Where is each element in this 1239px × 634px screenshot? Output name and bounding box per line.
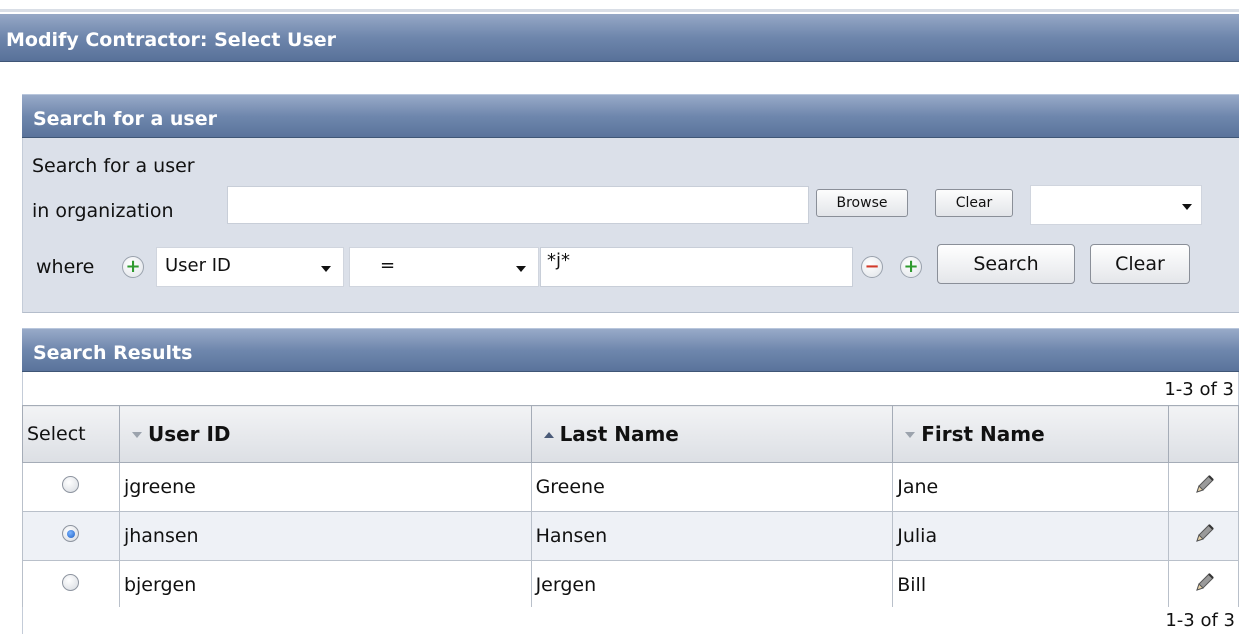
table-row: jhansen Hansen Julia bbox=[22, 511, 1239, 561]
criteria-input[interactable]: *j* bbox=[540, 247, 853, 287]
chevron-down-icon bbox=[516, 266, 526, 272]
plus-circle-icon[interactable]: + bbox=[122, 256, 144, 278]
pencil-icon[interactable] bbox=[1192, 571, 1216, 595]
first-name-column-header[interactable]: First Name bbox=[892, 405, 1169, 463]
user-id-header-label: User ID bbox=[147, 422, 231, 446]
pencil-icon[interactable] bbox=[1192, 473, 1216, 497]
table-header-row: Select User ID Last Name First Name bbox=[22, 405, 1239, 463]
results-panel-title: Search Results bbox=[33, 342, 193, 364]
results-pager-bar: 1-3 of 3 bbox=[22, 372, 1239, 406]
results-panel-header: Search Results bbox=[22, 328, 1239, 372]
search-button[interactable]: Search bbox=[937, 244, 1075, 284]
results-footer-bar: 1-3 of 3 bbox=[22, 607, 1239, 634]
pencil-icon[interactable] bbox=[1192, 522, 1216, 546]
top-border bbox=[0, 0, 1239, 12]
organization-input[interactable] bbox=[227, 186, 809, 224]
first-name-cell: Julia bbox=[892, 511, 1169, 561]
first-name-cell: Jane bbox=[892, 462, 1169, 512]
minus-circle-icon[interactable]: − bbox=[861, 256, 883, 278]
table-row: jgreene Greene Jane bbox=[22, 462, 1239, 512]
where-label: where bbox=[36, 256, 95, 278]
edit-cell bbox=[1168, 511, 1239, 561]
sort-down-icon bbox=[905, 432, 916, 438]
actions-column-header bbox=[1168, 405, 1239, 463]
clear-button[interactable]: Clear bbox=[1090, 244, 1190, 284]
sort-up-icon bbox=[543, 432, 554, 438]
field-select-value: User ID bbox=[165, 255, 231, 276]
organization-label: in organization bbox=[32, 200, 174, 222]
row-radio-button[interactable] bbox=[62, 476, 80, 493]
sort-down-icon bbox=[131, 432, 142, 438]
user-id-cell: bjergen bbox=[118, 560, 532, 610]
select-cell bbox=[22, 560, 120, 610]
operator-select[interactable]: = bbox=[349, 247, 539, 287]
results-table: Select User ID Last Name First Name jgre… bbox=[22, 405, 1239, 610]
field-select[interactable]: User ID bbox=[156, 247, 344, 287]
user-id-column-header[interactable]: User ID bbox=[118, 405, 532, 463]
search-intro-label: Search for a user bbox=[32, 155, 195, 177]
search-panel-header: Search for a user bbox=[22, 94, 1239, 138]
plus-circle-icon[interactable]: + bbox=[900, 256, 922, 278]
last-name-column-header[interactable]: Last Name bbox=[530, 405, 894, 463]
row-radio-button[interactable] bbox=[62, 525, 80, 542]
row-radio-button[interactable] bbox=[62, 574, 80, 591]
operator-select-value: = bbox=[380, 255, 396, 276]
last-name-cell: Greene bbox=[530, 462, 894, 512]
search-panel-body: Search for a user in organization Browse… bbox=[22, 138, 1239, 313]
user-id-cell: jgreene bbox=[118, 462, 532, 512]
search-panel-title: Search for a user bbox=[33, 108, 217, 130]
pager-top: 1-3 of 3 bbox=[1164, 379, 1234, 400]
page-title: Modify Contractor: Select User bbox=[6, 29, 337, 51]
organization-dropdown[interactable] bbox=[1030, 185, 1202, 225]
last-name-cell: Jergen bbox=[530, 560, 894, 610]
select-cell bbox=[22, 511, 120, 561]
last-name-cell: Hansen bbox=[530, 511, 894, 561]
user-id-cell: jhansen bbox=[118, 511, 532, 561]
clear-organization-button[interactable]: Clear bbox=[935, 189, 1013, 217]
edit-cell bbox=[1168, 462, 1239, 512]
first-name-cell: Bill bbox=[892, 560, 1169, 610]
last-name-header-label: Last Name bbox=[559, 422, 679, 446]
select-column-header: Select bbox=[22, 405, 120, 463]
chevron-down-icon bbox=[321, 266, 331, 272]
chevron-down-icon bbox=[1182, 204, 1192, 210]
page-header: Modify Contractor: Select User bbox=[0, 14, 1239, 62]
browse-button[interactable]: Browse bbox=[816, 189, 908, 217]
edit-cell bbox=[1168, 560, 1239, 610]
select-cell bbox=[22, 462, 120, 512]
first-name-header-label: First Name bbox=[921, 422, 1045, 446]
pager-bottom: 1-3 of 3 bbox=[1165, 610, 1235, 631]
table-row: bjergen Jergen Bill bbox=[22, 560, 1239, 610]
